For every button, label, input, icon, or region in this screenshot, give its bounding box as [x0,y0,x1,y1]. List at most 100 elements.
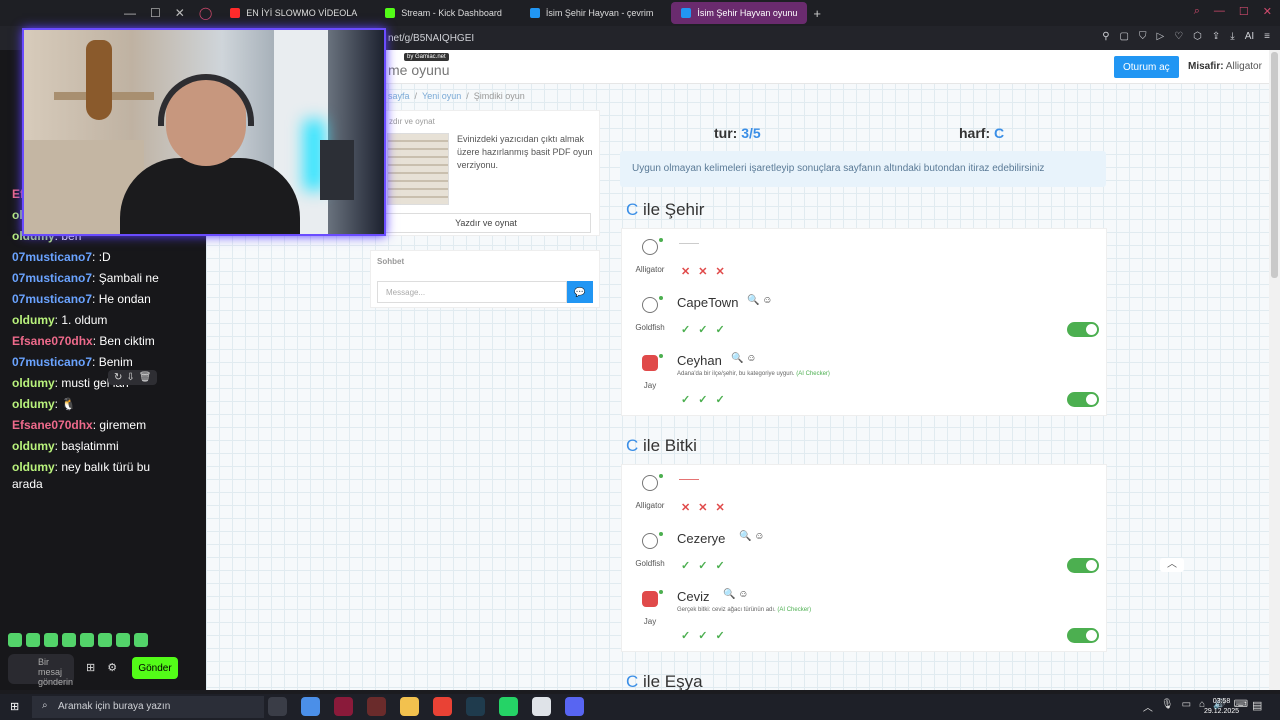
app-icon[interactable] [334,697,353,716]
restore-window-icon[interactable]: ☐ [1239,5,1249,18]
search-tabs-icon[interactable]: ⌕ [1194,5,1200,18]
emote-icon[interactable] [44,633,58,647]
obs-icon[interactable] [565,697,584,716]
letter-label: harf: [959,125,991,141]
page-scrollbar[interactable] [1269,50,1280,690]
chat-separator: : [92,355,99,369]
browser-tab[interactable]: EN İYİ SLOWMO VİDEOLA [220,2,367,24]
taskbar-clock[interactable]: 03:58 29.12.2025 [1204,697,1239,717]
search-icon[interactable]: 🔍 [739,531,751,542]
login-button[interactable]: Oturum aç [1114,56,1179,78]
accept-toggle[interactable] [1067,628,1099,643]
windows-start-icon[interactable]: ⊞ [10,700,19,713]
opera-icon[interactable]: ◯ [199,6,212,20]
site-chat-input[interactable]: Message... [377,281,567,303]
chat-username[interactable]: 07musticano7 [12,292,92,306]
search-icon[interactable]: 🔍 [723,589,735,600]
chat-username[interactable]: Efsane070dhx [12,334,93,348]
minimize-window-icon[interactable]: — [1214,5,1225,18]
emote-icon[interactable] [8,633,22,647]
task-view-icon[interactable] [268,697,287,716]
whatsapp-icon[interactable] [499,697,518,716]
face-icon[interactable]: ☺ [751,531,764,542]
letter-indicator: harf: C [959,125,1004,141]
face-icon[interactable]: ☺ [743,353,756,364]
check-icon: ✓ [715,324,725,336]
new-tab-icon[interactable]: + [813,6,821,21]
streamer-body [120,158,300,234]
face-icon[interactable]: ☺ [735,589,748,600]
search-icon[interactable]: 🔍 [747,295,759,306]
breadcrumb-new-game[interactable]: Yeni oyun [422,91,461,101]
chat-send-button[interactable]: Gönder [132,657,178,679]
browser-tab[interactable]: İsim Şehir Hayvan oyunu [671,2,808,24]
maximize-icon[interactable]: ☐ [150,6,161,20]
print-and-play-button[interactable]: Yazdır ve oynat [381,213,591,233]
browser-tab[interactable]: İsim Şehir Hayvan - çevrim [520,2,664,24]
play-icon[interactable]: ▷ [1156,31,1164,42]
close-icon[interactable]: ✕ [175,6,185,20]
chat-username[interactable]: oldumy [12,313,55,327]
battery-icon[interactable]: ▭ [1182,699,1191,714]
breadcrumb-sep: / [414,91,418,101]
scroll-up-icon[interactable]: ︿ [1160,558,1184,572]
reply-icon[interactable]: ↻ [114,372,122,383]
file-explorer-icon[interactable] [400,697,419,716]
tray-up-icon[interactable]: ︿ [1143,699,1153,714]
copilot-icon[interactable] [301,697,320,716]
search-icon[interactable]: 🔍 [731,353,743,364]
emote-icon[interactable] [116,633,130,647]
site-title[interactable]: me oyunu [388,62,449,78]
menu-icon[interactable]: ≡ [1264,31,1270,42]
shield-icon[interactable]: ⛉ [1139,31,1147,42]
taskbar-search[interactable]: ⌕ Aramak için buraya yazın [32,696,264,718]
chat-username[interactable]: oldumy [12,439,55,453]
vote-marks: ✓ ✓ ✓ [681,323,725,336]
chat-username[interactable]: oldumy [12,397,55,411]
chrome-icon[interactable] [433,697,452,716]
emote-bar [8,633,148,647]
accept-toggle[interactable] [1067,322,1099,337]
minimize-icon[interactable]: — [124,6,136,20]
accept-toggle[interactable] [1067,558,1099,573]
site-chat-send-button[interactable]: 💬 [567,281,593,303]
delete-icon[interactable]: 🗑 [139,372,152,383]
chat-username[interactable]: Efsane070dhx [12,418,93,432]
notifications-icon[interactable]: ▤ [1252,699,1262,712]
chat-settings-icon[interactable]: ⚙ [107,661,117,674]
download-icon[interactable]: ⤓ [1230,31,1234,42]
extensions-icon[interactable]: ⬡ [1193,31,1202,42]
document-icon[interactable] [532,697,551,716]
scrollbar-thumb[interactable] [1271,52,1278,278]
chat-username[interactable]: 07musticano7 [12,250,92,264]
chat-username[interactable]: oldumy [12,376,55,390]
ai-icon[interactable]: AI [1245,31,1254,42]
taskbar-search-placeholder: Aramak için buraya yazın [58,701,171,712]
chat-username[interactable]: 07musticano7 [12,355,92,369]
heart-icon[interactable]: ♡ [1174,31,1183,42]
emote-icon[interactable] [26,633,40,647]
emote-icon[interactable] [80,633,94,647]
close-window-icon[interactable]: ✕ [1263,5,1272,18]
browser-tab[interactable]: Stream - Kick Dashboard [375,2,512,24]
face-icon[interactable]: ☺ [759,295,772,306]
screenshot-icon[interactable]: ▢ [1120,31,1129,42]
mic-tray-icon[interactable]: 🎙 [1161,699,1174,714]
emote-icon[interactable] [62,633,76,647]
chat-username[interactable]: oldumy [12,460,55,474]
opera-taskbar-icon[interactable] [367,697,386,716]
emote-icon[interactable] [134,633,148,647]
chat-username[interactable]: 07musticano7 [12,271,92,285]
url-field[interactable]: net/g/B5NAIQHGEI [388,33,474,44]
pin-message-icon[interactable]: ⇩ [126,372,134,383]
vote-marks: ✓ ✓ ✓ [681,629,725,642]
share-icon[interactable]: ⇪ [1212,31,1220,42]
emote-icon[interactable] [98,633,112,647]
pin-icon[interactable]: ⚲ [1102,31,1109,42]
breadcrumb-home[interactable]: sayfa [388,91,410,101]
cam-equipment [320,140,354,200]
chat-message-input[interactable]: Bir mesaj gönderin [8,654,74,687]
accept-toggle[interactable] [1067,392,1099,407]
gift-icon[interactable]: ⊞ [86,661,95,674]
xbox-icon[interactable] [466,697,485,716]
